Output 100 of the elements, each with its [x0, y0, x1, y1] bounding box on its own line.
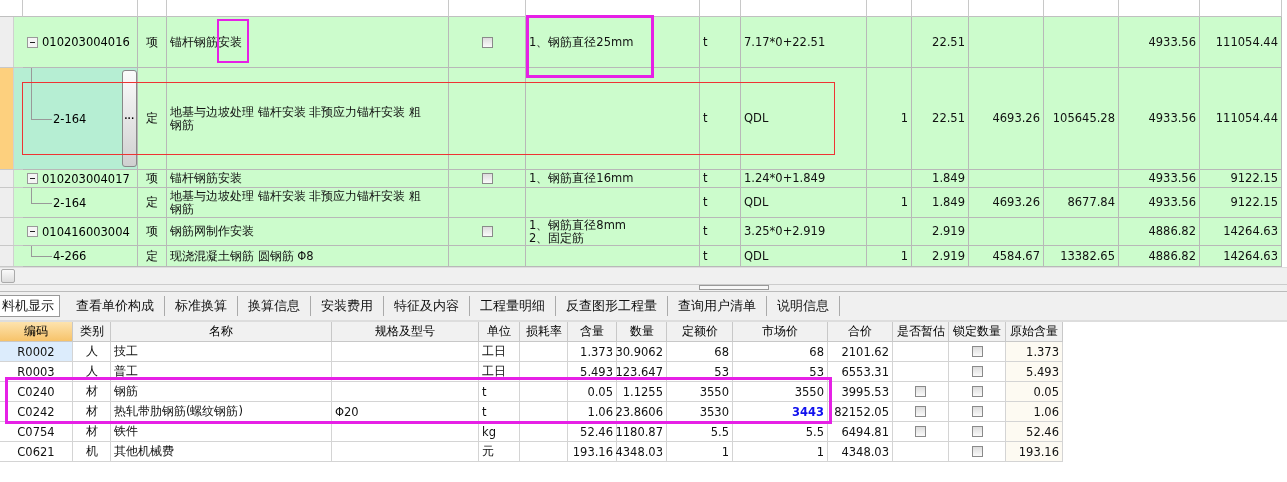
checkbox[interactable]	[971, 446, 983, 457]
scroll-thumb[interactable]	[1, 269, 15, 283]
original-content-cell: 5.493	[1006, 362, 1063, 382]
value-cell	[867, 170, 912, 188]
column-header[interactable]: 损耗率	[520, 322, 568, 342]
checkbox[interactable]	[915, 406, 926, 417]
code-cell: 2-164	[23, 188, 138, 218]
value-cell: 1	[867, 188, 912, 218]
column-header[interactable]: 锁定数量	[949, 322, 1006, 342]
value-cell: 4693.26	[969, 68, 1044, 170]
value-cell: 9122.15	[1200, 170, 1282, 188]
value-cell: 4886.82	[1119, 218, 1200, 246]
unit-cell: kg	[479, 422, 520, 442]
value-cell	[867, 17, 912, 68]
checkbox[interactable]	[481, 226, 493, 237]
quantity-cell: 30.9062	[617, 342, 667, 362]
code-cell: 2-164 ···	[23, 68, 138, 170]
checkbox[interactable]	[971, 406, 983, 417]
feature-cell: 1、钢筋直径8mm 2、固定筋	[526, 218, 700, 246]
name-cell: 钢筋网制作安装	[167, 218, 449, 246]
collapse-icon[interactable]	[27, 173, 38, 184]
checkbox[interactable]	[481, 173, 493, 184]
code-cell: R0003	[0, 362, 73, 382]
tab[interactable]: 说明信息	[767, 296, 840, 316]
value-cell: 111054.44	[1200, 68, 1282, 170]
column-header[interactable]: 名称	[111, 322, 332, 342]
tab[interactable]: 安装费用	[311, 296, 384, 316]
tab[interactable]: 标准换算	[165, 296, 238, 316]
quantity-cell: 1.1255	[617, 382, 667, 402]
tree-line	[31, 68, 52, 120]
quantity-cell: 23.8606	[617, 402, 667, 422]
original-content-cell: 0.05	[1006, 382, 1063, 402]
value-cell: 13382.65	[1044, 246, 1119, 267]
column-header[interactable]: 编码	[0, 322, 73, 342]
splitter-grip[interactable]	[698, 285, 769, 290]
value-cell: 4886.82	[1119, 246, 1200, 267]
unit-cell: t	[700, 218, 741, 246]
unit-cell: 工日	[479, 362, 520, 382]
tab[interactable]: 查看单价构成	[66, 296, 165, 316]
unit-cell: t	[479, 382, 520, 402]
unit-cell: 元	[479, 442, 520, 462]
unit-cell: t	[700, 246, 741, 267]
market-price-cell: 68	[733, 342, 828, 362]
value-cell: 4933.56	[1119, 17, 1200, 68]
column-header[interactable]: 市场价	[733, 322, 828, 342]
name-cell: 锚杆钢筋安装	[167, 17, 449, 68]
name-cell: 热轧带肋钢筋(螺纹钢筋)	[111, 402, 332, 422]
code-cell: 010203004017	[23, 170, 138, 188]
code-cell: R0002	[0, 342, 73, 362]
checkbox[interactable]	[971, 366, 983, 377]
tab[interactable]: 换算信息	[238, 296, 311, 316]
checkbox[interactable]	[971, 426, 983, 437]
code-cell: 010416003004	[23, 218, 138, 246]
column-header[interactable]: 单位	[479, 322, 520, 342]
content-cell: 193.16	[568, 442, 617, 462]
column-header[interactable]: 定额价	[667, 322, 733, 342]
name-cell: 铁件	[111, 422, 332, 442]
quota-price-cell: 3550	[667, 382, 733, 402]
column-header[interactable]: 规格及型号	[332, 322, 479, 342]
column-header[interactable]: 数量	[617, 322, 667, 342]
value-cell: 105645.28	[1044, 68, 1119, 170]
header-cell	[867, 0, 912, 17]
code-cell: C0754	[0, 422, 73, 442]
unit-cell: t	[479, 402, 520, 422]
value-cell: 1.849	[912, 170, 969, 188]
original-content-cell: 193.16	[1006, 442, 1063, 462]
more-button[interactable]: ···	[122, 70, 137, 167]
column-header[interactable]: 含量	[568, 322, 617, 342]
checkbox[interactable]	[915, 426, 926, 437]
tab[interactable]: 料机显示	[0, 295, 60, 317]
header-cell	[0, 0, 23, 17]
horizontal-scrollbar[interactable]	[0, 267, 1287, 285]
checkbox[interactable]	[481, 36, 493, 48]
value-cell: 111054.44	[1200, 17, 1282, 68]
tab[interactable]: 工程量明细	[470, 296, 556, 316]
loss-rate-cell	[520, 442, 568, 462]
type-cell: 定	[138, 188, 167, 218]
column-header[interactable]: 原始含量	[1006, 322, 1063, 342]
collapse-icon[interactable]	[27, 226, 38, 237]
checkbox[interactable]	[971, 386, 983, 397]
collapse-icon[interactable]	[27, 36, 38, 48]
name-cell: 地基与边坡处理 锚杆安装 非预应力锚杆安装 粗钢筋	[167, 68, 449, 170]
header-cell	[912, 0, 969, 17]
category-cell: 人	[73, 342, 111, 362]
code-cell: 4-266	[23, 246, 138, 267]
checkbox[interactable]	[971, 346, 983, 357]
name-cell: 技工	[111, 342, 332, 362]
checkbox[interactable]	[915, 386, 926, 397]
name-cell: 普工	[111, 362, 332, 382]
tab[interactable]: 特征及内容	[384, 296, 470, 316]
quota-price-cell: 53	[667, 362, 733, 382]
column-header[interactable]: 类别	[73, 322, 111, 342]
tab[interactable]: 查询用户清单	[668, 296, 767, 316]
type-cell: 定	[138, 68, 167, 170]
tab[interactable]: 反查图形工程量	[556, 296, 668, 316]
loss-rate-cell	[520, 382, 568, 402]
total-cell: 2101.62	[828, 342, 893, 362]
column-header[interactable]: 是否暂估	[893, 322, 949, 342]
column-header[interactable]: 合价	[828, 322, 893, 342]
feature-cell: 1、钢筋直径25mm	[526, 17, 700, 68]
